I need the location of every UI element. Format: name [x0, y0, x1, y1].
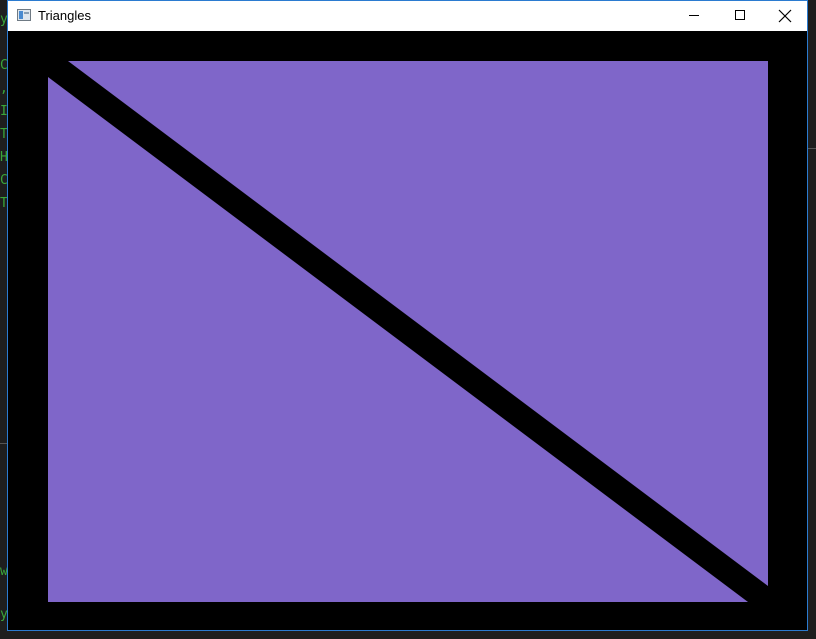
- minimize-button[interactable]: [672, 1, 717, 31]
- close-icon: [778, 9, 792, 23]
- triangle-scene: [8, 31, 807, 630]
- maximize-button[interactable]: [717, 1, 762, 31]
- maximize-icon: [735, 10, 745, 20]
- app-window-icon[interactable]: [17, 9, 31, 21]
- console-divider: [808, 148, 816, 149]
- title-bar[interactable]: Triangles: [8, 1, 807, 31]
- close-button[interactable]: [762, 1, 807, 31]
- window-title: Triangles: [38, 8, 91, 23]
- app-window: Triangles: [7, 0, 808, 631]
- render-viewport[interactable]: [8, 31, 807, 630]
- minimize-icon: [689, 15, 699, 16]
